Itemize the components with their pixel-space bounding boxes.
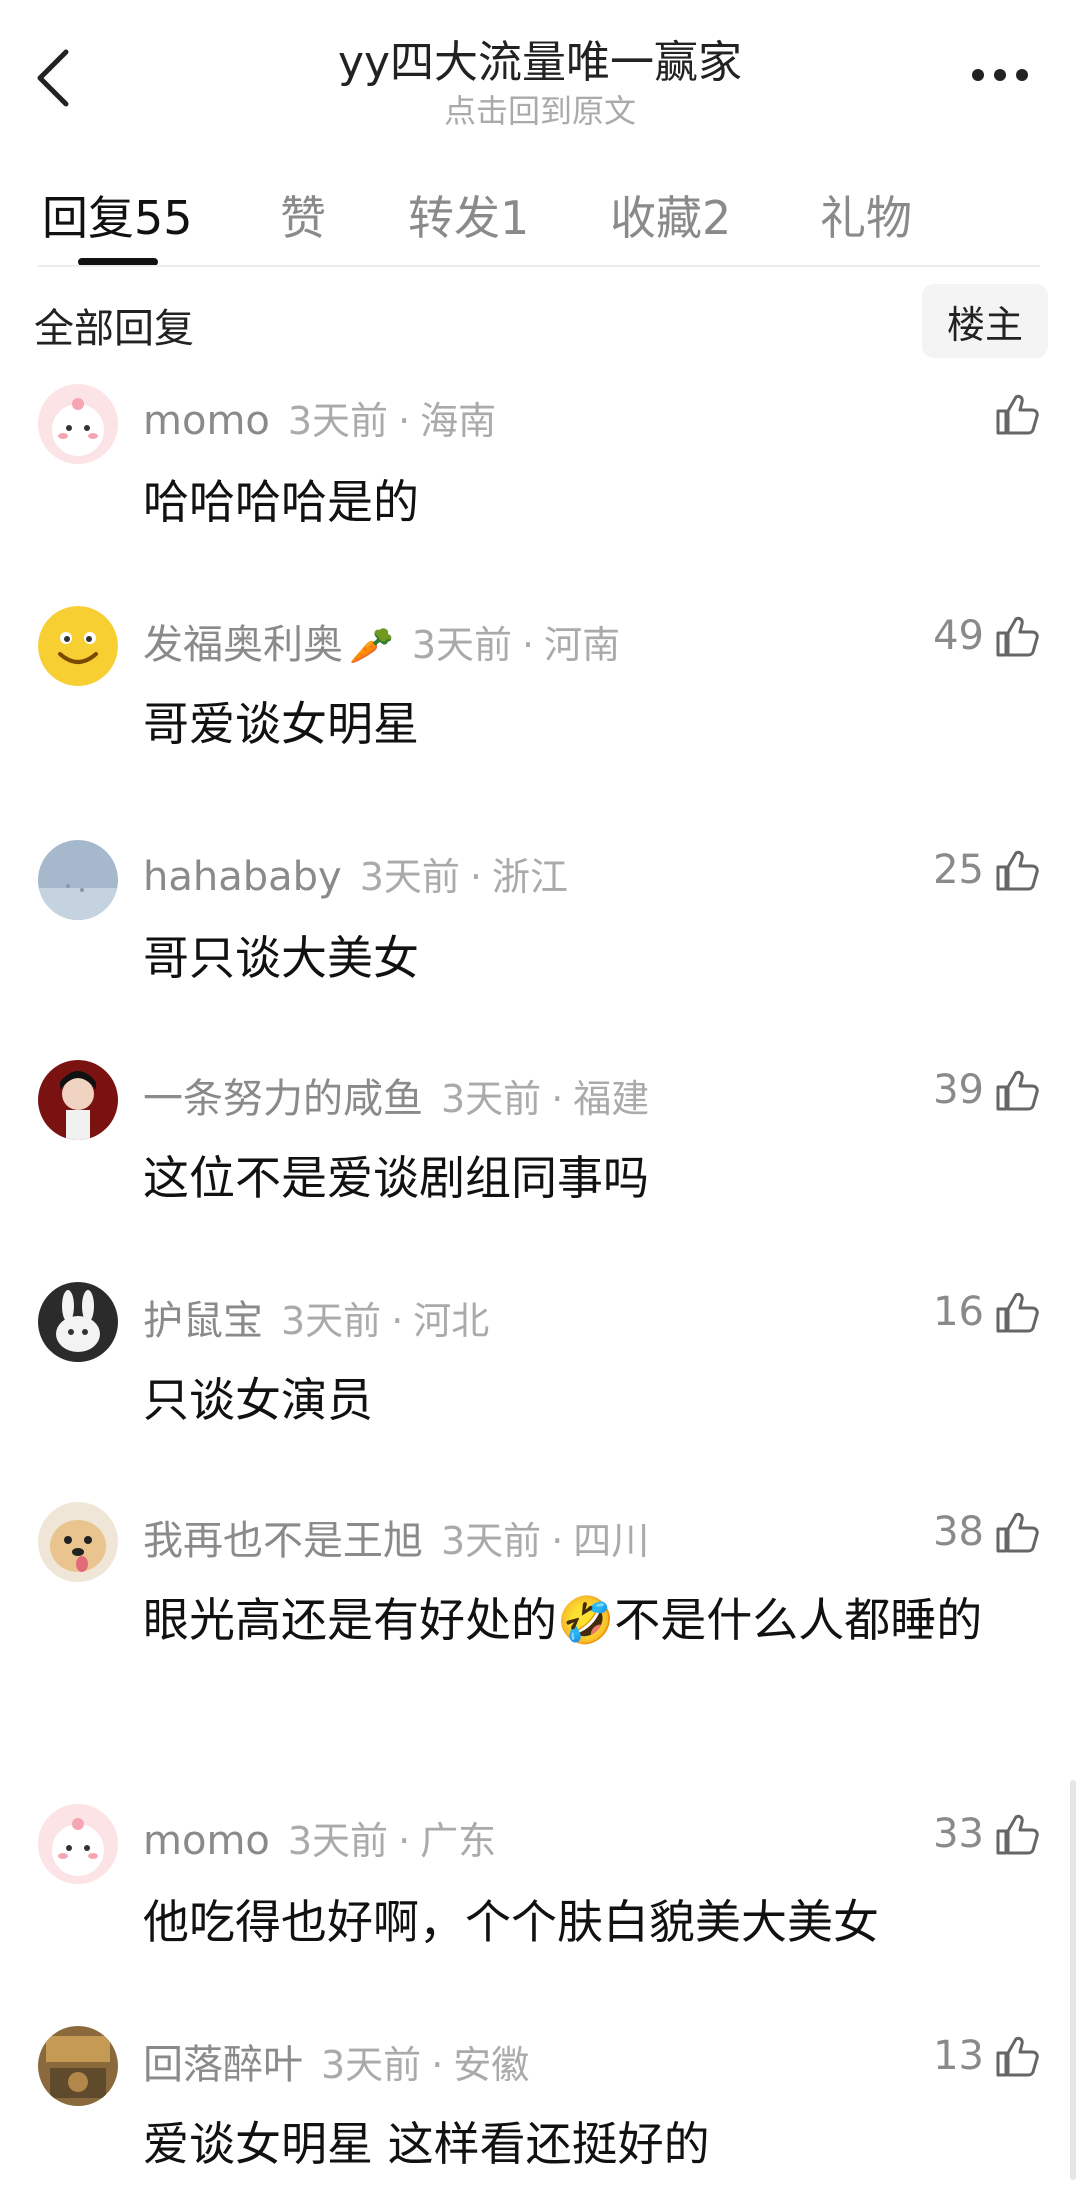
thumbs-up-icon — [996, 2036, 1039, 2077]
like-count: 39 — [933, 1067, 984, 1113]
thumbs-up-icon — [996, 616, 1039, 657]
avatar[interactable] — [38, 1060, 118, 1140]
thumbs-up-icon — [996, 394, 1039, 435]
avatar[interactable] — [38, 384, 118, 464]
thumbs-up-icon — [996, 1512, 1039, 1553]
username[interactable]: momo — [143, 1818, 270, 1864]
divider — [38, 265, 1040, 267]
username[interactable]: 回落醉叶 — [143, 2042, 303, 2088]
comment-location: 河北 — [413, 1299, 490, 1343]
tab-bar: 回复55 赞 转发1 收藏2 礼物 — [0, 170, 1080, 270]
all-replies-label: 全部回复 — [34, 306, 194, 352]
comment-location: 四川 — [573, 1519, 650, 1563]
username[interactable]: 我再也不是王旭 — [143, 1518, 423, 1564]
thumbs-up-icon — [996, 850, 1039, 891]
like-count: 49 — [933, 613, 984, 659]
tab-reposts[interactable]: 转发1 — [408, 182, 529, 248]
comment-meta[interactable]: hahababy 3天前 · 浙江 — [143, 846, 568, 901]
top-bar: yy四大流量唯一赢家 点击回到原文 — [0, 0, 1080, 150]
avatar[interactable] — [38, 1804, 118, 1884]
like-button[interactable]: 49 — [933, 608, 1040, 664]
comment-location: 海南 — [420, 399, 497, 443]
comment-text: 哈哈哈哈是的 — [143, 475, 419, 529]
comment-meta[interactable]: 回落醉叶 3天前 · 安徽 — [143, 2032, 529, 2090]
comment-time: 3天前 — [441, 1077, 542, 1121]
tab-favorites[interactable]: 收藏2 — [610, 182, 731, 248]
like-button[interactable]: 38 — [933, 1504, 1040, 1560]
comment-text: 他吃得也好啊，个个肤白貌美大美女 — [143, 1895, 879, 1949]
comment-meta[interactable]: 护鼠宝 3天前 · 河北 — [143, 1288, 489, 1346]
comment-meta[interactable]: 一条努力的咸鱼 3天前 · 福建 — [143, 1066, 649, 1124]
avatar[interactable] — [38, 840, 118, 920]
comment-location: 浙江 — [491, 855, 568, 899]
scrollbar[interactable] — [1070, 1780, 1076, 2180]
comment-text: 哥爱谈女明星 — [143, 697, 419, 751]
comment-location: 福建 — [573, 1077, 650, 1121]
tab-gifts[interactable]: 礼物 — [820, 182, 912, 248]
comment-text: 哥只谈大美女 — [143, 931, 419, 985]
comment-text: 爱谈女明星 这样看还挺好的 — [143, 2117, 710, 2171]
comment-meta[interactable]: 发福奥利奥 🥕 3天前 · 河南 — [143, 612, 620, 670]
avatar[interactable] — [38, 2026, 118, 2106]
comment-text: 只谈女演员 — [143, 1373, 373, 1427]
tab-likes[interactable]: 赞 — [280, 182, 326, 248]
like-count: 38 — [933, 1509, 984, 1555]
username[interactable]: 护鼠宝 — [143, 1298, 263, 1344]
page-title: yy四大流量唯一赢家 — [337, 37, 743, 88]
comment-time: 3天前 — [281, 1299, 382, 1343]
like-button[interactable]: 13 — [933, 2028, 1040, 2084]
like-button[interactable]: 16 — [933, 1284, 1040, 1340]
username[interactable]: 一条努力的咸鱼 — [143, 1076, 423, 1122]
like-count: 16 — [933, 1289, 984, 1335]
avatar[interactable] — [38, 1502, 118, 1582]
avatar[interactable] — [38, 606, 118, 686]
owner-only-button[interactable]: 楼主 — [922, 284, 1048, 358]
like-count: 13 — [933, 2033, 984, 2079]
comment-time: 3天前 — [287, 1819, 389, 1863]
comment-time: 3天前 — [411, 623, 513, 667]
comment-time: 3天前 — [321, 2043, 422, 2087]
more-options-icon[interactable] — [965, 45, 1035, 105]
comment-time: 3天前 — [441, 1519, 542, 1563]
username[interactable]: hahababy — [143, 854, 342, 900]
comment-meta[interactable]: momo 3天前 · 广东 — [143, 1810, 496, 1865]
like-button[interactable]: 39 — [933, 1062, 1040, 1118]
comment-location: 广东 — [420, 1819, 497, 1863]
comment-location: 河南 — [544, 623, 621, 667]
comment-location: 安徽 — [453, 2043, 530, 2087]
comment-meta[interactable]: momo 3天前 · 海南 — [143, 390, 496, 445]
avatar[interactable] — [38, 1282, 118, 1362]
tab-replies[interactable]: 回复55 — [42, 182, 193, 248]
like-button[interactable]: 25 — [933, 842, 1040, 898]
comment-text: 这位不是爱谈剧组同事吗 — [143, 1151, 649, 1205]
comment-text: 眼光高还是有好处的🤣不是什么人都睡的 — [143, 1593, 983, 1647]
carrot-icon: 🥕 — [349, 626, 394, 667]
username[interactable]: momo — [143, 398, 270, 444]
thumbs-up-icon — [996, 1292, 1039, 1333]
like-button[interactable]: 33 — [933, 1806, 1040, 1862]
comment-meta[interactable]: 我再也不是王旭 3天前 · 四川 — [143, 1508, 649, 1566]
thumbs-up-icon — [996, 1070, 1039, 1111]
like-count: 33 — [933, 1811, 984, 1857]
thumbs-up-icon — [996, 1814, 1039, 1855]
back-to-original-link[interactable]: 点击回到原文 — [0, 86, 1080, 132]
like-count: 25 — [933, 847, 984, 893]
comment-time: 3天前 — [287, 399, 389, 443]
comment-time: 3天前 — [359, 855, 460, 899]
like-button[interactable] — [984, 386, 1040, 442]
username[interactable]: 发福奥利奥 — [143, 622, 343, 668]
